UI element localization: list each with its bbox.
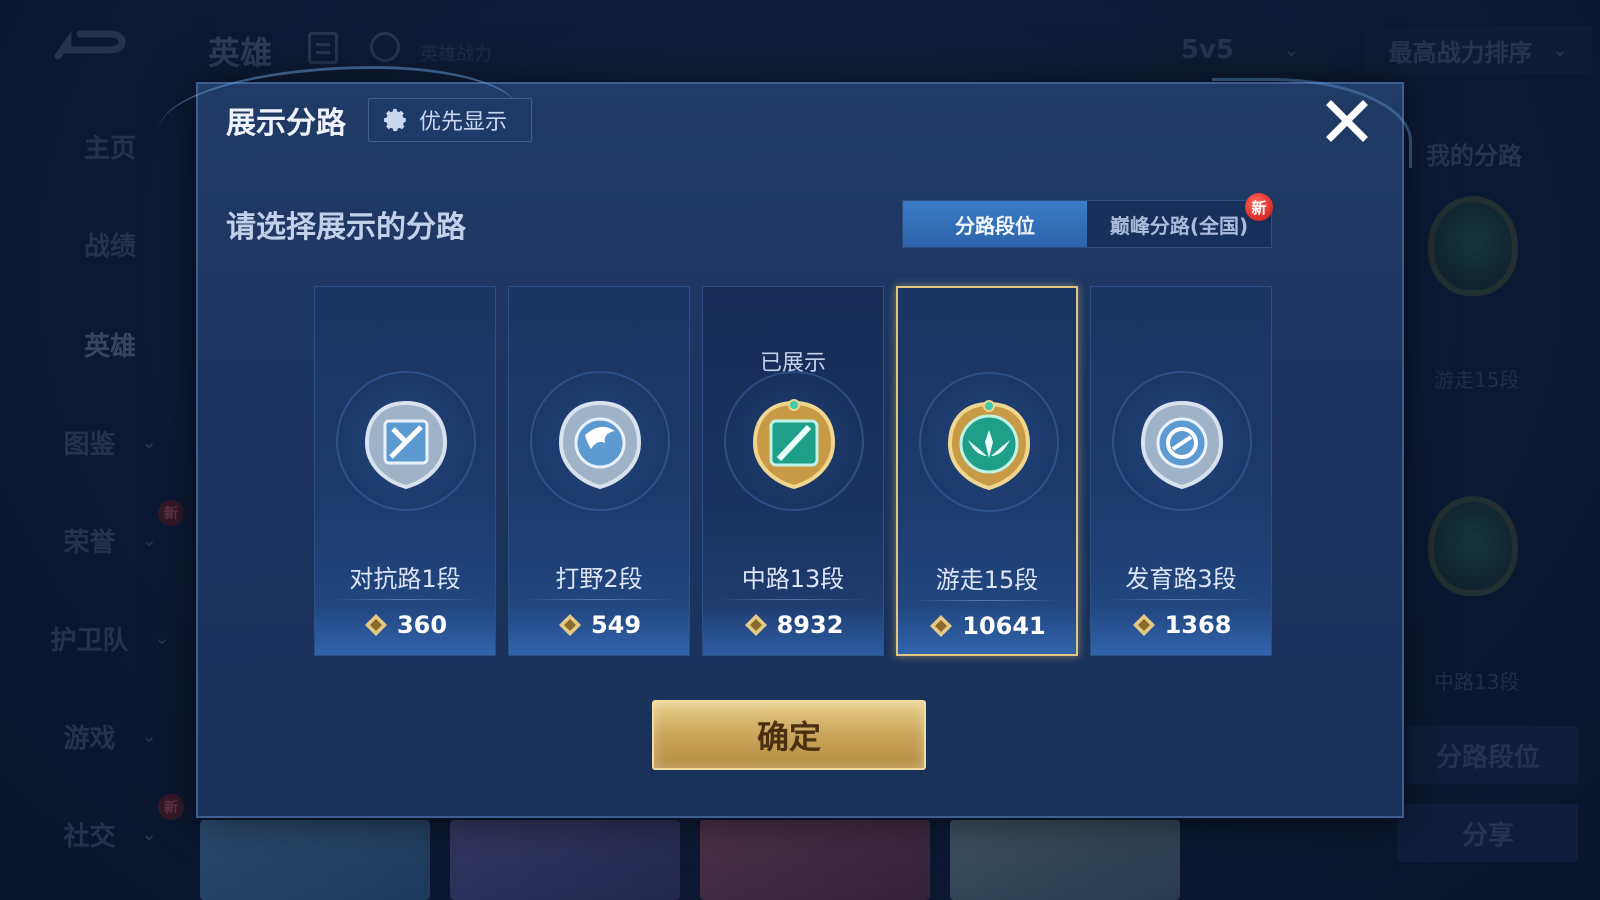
lane-card-clash[interactable]: 对抗路1段 360 (314, 286, 496, 656)
lane-score: 549 (509, 611, 689, 639)
lane-score-value: 360 (396, 611, 448, 639)
power-score-icon (1132, 614, 1155, 636)
lane-card-roam[interactable]: 游走15段 10641 (896, 286, 1078, 656)
close-icon[interactable] (1322, 96, 1372, 146)
priority-display-label: 优先显示 (419, 110, 508, 135)
gear-icon (384, 108, 406, 132)
power-score-icon (558, 614, 581, 636)
roam-wings-icon (947, 400, 1031, 491)
lane-score-value: 1368 (1164, 611, 1232, 639)
priority-display-button[interactable]: 优先显示 (368, 98, 532, 142)
divider (912, 600, 1062, 601)
divider (329, 599, 481, 600)
lane-score: 8932 (703, 611, 883, 639)
lane-cards: 对抗路1段 360 打野2段 549 已展示 中路13段 8932 游走15段 … (314, 286, 1274, 656)
tab-label: 分路段位 (955, 213, 1035, 238)
lane-display-modal: 展示分路 优先显示 请选择展示的分路 分路段位 巅峰分路(全国) 新 对抗路1段 (158, 66, 1412, 818)
tab-label: 巅峰分路(全国) (1109, 213, 1249, 238)
power-score-icon (744, 614, 767, 636)
lane-score: 360 (315, 611, 495, 639)
confirm-button[interactable]: 确定 (652, 700, 926, 770)
lane-score: 10641 (898, 612, 1076, 640)
lane-score-value: 8932 (776, 611, 844, 639)
lane-card-mid[interactable]: 已展示 中路13段 8932 (702, 286, 884, 656)
clash-lane-icon (364, 400, 448, 490)
lane-score-value: 10641 (962, 612, 1046, 640)
lane-score-value: 549 (590, 611, 642, 639)
lane-card-name: 打野2段 (555, 565, 643, 593)
lane-tabs: 分路段位 巅峰分路(全国) 新 (902, 193, 1273, 248)
lane-card-name: 发育路3段 (1125, 565, 1237, 593)
modal-title: 展示分路 (226, 106, 346, 141)
jungle-dragon-icon (558, 400, 642, 490)
select-lane-prompt: 请选择展示的分路 (226, 210, 466, 245)
mid-lane-icon (752, 399, 836, 490)
farm-lane-icon (1140, 400, 1224, 490)
divider (717, 599, 869, 600)
lane-card-jungle[interactable]: 打野2段 549 (508, 286, 690, 656)
lane-card-name: 中路13段 (741, 565, 845, 593)
power-score-icon (930, 615, 953, 637)
divider (1105, 599, 1257, 600)
lane-card-name: 对抗路1段 (349, 565, 461, 593)
lane-card-name: 游走15段 (935, 566, 1039, 594)
new-badge: 新 (1245, 193, 1273, 221)
lane-score: 1368 (1091, 611, 1271, 639)
cloud-ornament (1212, 78, 1412, 168)
tab-lane-rank[interactable]: 分路段位 (903, 201, 1087, 247)
divider (523, 599, 675, 600)
lane-card-farm[interactable]: 发育路3段 1368 (1090, 286, 1272, 656)
power-score-icon (364, 614, 387, 636)
tab-peak-lane[interactable]: 巅峰分路(全国) 新 (1087, 193, 1273, 247)
